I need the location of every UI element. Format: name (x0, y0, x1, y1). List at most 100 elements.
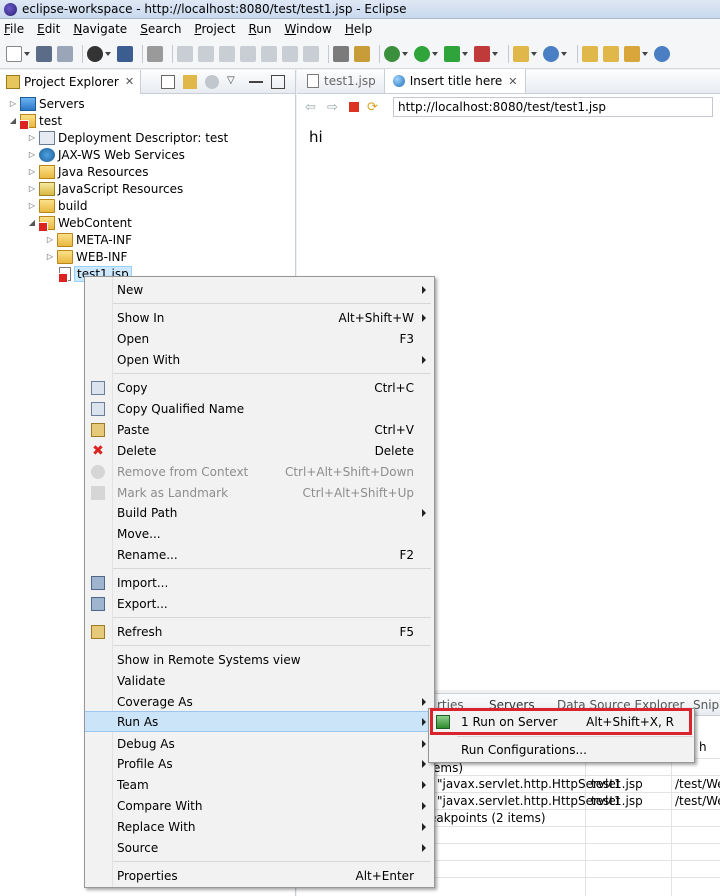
tree-item-deployment-descriptor[interactable]: ▷ Deployment Descriptor: test (27, 129, 228, 146)
submenu-item-run-configurations[interactable]: Run Configurations... (429, 739, 694, 761)
expand-arrow-icon[interactable]: ▷ (27, 184, 37, 193)
view-menu-icon[interactable]: ▽ (227, 75, 241, 89)
console-icon[interactable] (117, 45, 133, 62)
external-tools-icon[interactable] (474, 45, 490, 62)
menu-navigate[interactable]: Navigate (73, 22, 127, 36)
menu-item-refresh[interactable]: Refresh F5 (85, 621, 434, 642)
menu-item-delete[interactable]: ✖ Delete Delete (85, 440, 434, 461)
tree-item-servers[interactable]: ▷ Servers (8, 95, 85, 112)
stop-icon[interactable] (349, 102, 359, 112)
terminate-icon[interactable] (219, 45, 235, 62)
menu-item-shortcut: Alt+Shift+W (338, 310, 415, 325)
expand-arrow-icon[interactable]: ▷ (27, 133, 37, 142)
tab-snippets[interactable]: Snipp (693, 698, 720, 712)
menu-item-new[interactable]: New (85, 279, 434, 300)
tree-item-javascript-resources[interactable]: ▷ JavaScript Resources (27, 180, 183, 197)
back-icon[interactable]: ⇦ (305, 100, 319, 115)
resume-icon[interactable] (177, 45, 193, 62)
save-icon[interactable] (36, 45, 52, 62)
menu-item-team[interactable]: Team (85, 774, 434, 795)
export-icon (91, 596, 105, 611)
maximize-icon[interactable] (271, 75, 285, 89)
save-all-icon[interactable] (57, 45, 73, 62)
menu-item-open-with[interactable]: Open With (85, 349, 434, 370)
menu-item-paste[interactable]: Paste Ctrl+V (85, 419, 434, 440)
new-java-class-icon[interactable] (543, 45, 559, 62)
menu-project[interactable]: Project (194, 22, 235, 36)
new-server-icon[interactable] (513, 45, 529, 62)
tree-item-meta-inf[interactable]: ▷ META-INF (45, 231, 132, 248)
tree-item-web-inf[interactable]: ▷ WEB-INF (45, 248, 127, 265)
menu-item-replace-with[interactable]: Replace With (85, 816, 434, 837)
minimize-icon[interactable] (249, 75, 263, 83)
tree-item-jax-ws[interactable]: ▷ JAX-WS Web Services (27, 146, 185, 163)
suspend-icon[interactable] (198, 45, 214, 62)
open-perspective-icon[interactable] (87, 45, 103, 62)
menu-item-coverage-as[interactable]: Coverage As (85, 691, 434, 712)
coverage-icon[interactable] (444, 45, 460, 62)
menu-item-source[interactable]: Source (85, 837, 434, 858)
menu-item-run-as[interactable]: Run As (85, 711, 434, 732)
step-return-icon[interactable] (303, 45, 319, 62)
menu-edit[interactable]: Edit (37, 22, 60, 36)
menu-item-copy[interactable]: Copy Ctrl+C (85, 377, 434, 398)
pen-icon[interactable] (624, 45, 640, 62)
expand-arrow-icon[interactable]: ▷ (45, 235, 55, 244)
forward-icon[interactable]: ⇨ (327, 100, 341, 115)
collapse-arrow-icon[interactable]: ◢ (27, 218, 37, 227)
open-folder-icon[interactable] (603, 45, 619, 62)
menu-item-profile-as[interactable]: Profile As (85, 753, 434, 774)
expand-arrow-icon[interactable]: ▷ (27, 201, 37, 210)
run-icon[interactable] (414, 45, 430, 62)
expand-arrow-icon[interactable]: ▷ (45, 252, 55, 261)
disconnect-icon[interactable] (240, 45, 256, 62)
close-icon[interactable]: ✕ (125, 75, 134, 88)
menu-item-import[interactable]: Import... (85, 572, 434, 593)
tab-test1-jsp[interactable]: test1.jsp (299, 69, 385, 93)
tree-item-java-resources[interactable]: ▷ Java Resources (27, 163, 148, 180)
expand-arrow-icon[interactable]: ▷ (8, 99, 18, 108)
tree-item-label: WEB-INF (76, 249, 128, 264)
menu-search[interactable]: Search (140, 22, 181, 36)
project-explorer-tab[interactable]: Project Explorer ✕ (0, 69, 142, 94)
menu-item-show-in[interactable]: Show In Alt+Shift+W (85, 307, 434, 328)
menu-item-move[interactable]: Move... (85, 523, 434, 544)
collapse-all-icon[interactable] (161, 75, 175, 89)
menu-item-validate[interactable]: Validate (85, 670, 434, 691)
filter-icon[interactable] (205, 75, 219, 89)
menu-window[interactable]: Window (285, 22, 332, 36)
task-icon[interactable] (354, 45, 370, 62)
tree-item-webcontent[interactable]: ◢ WebContent (27, 214, 132, 232)
menu-help[interactable]: Help (345, 22, 372, 36)
globe-icon[interactable] (654, 45, 670, 62)
menu-item-export[interactable]: Export... (85, 593, 434, 614)
refresh-icon[interactable]: ⟳ (367, 100, 381, 115)
browser-toolbar: ⇦ ⇨ ⟳ http://localhost:8080/test/test1.j… (297, 94, 720, 120)
menu-item-properties[interactable]: Properties Alt+Enter (85, 865, 434, 886)
expand-arrow-icon[interactable]: ▷ (27, 150, 37, 159)
tree-item-test[interactable]: ◢ test (8, 112, 62, 130)
expand-arrow-icon[interactable]: ▷ (27, 167, 37, 176)
menu-item-build-path[interactable]: Build Path (85, 502, 434, 523)
menu-item-debug-as[interactable]: Debug As (85, 733, 434, 754)
step-into-icon[interactable] (261, 45, 277, 62)
collapse-arrow-icon[interactable]: ◢ (8, 116, 18, 125)
menu-item-show-in-remote-systems[interactable]: Show in Remote Systems view (85, 649, 434, 670)
menu-item-copy-qualified-name[interactable]: Copy Qualified Name (85, 398, 434, 419)
menu-run[interactable]: Run (248, 22, 271, 36)
tab-insert-title-here[interactable]: Insert title here ✕ (384, 69, 527, 93)
menu-item-rename[interactable]: Rename... F2 (85, 544, 434, 565)
close-icon[interactable]: ✕ (508, 75, 517, 88)
menu-item-open[interactable]: Open F3 (85, 328, 434, 349)
use-step-filters-icon[interactable] (333, 45, 349, 62)
skip-breakpoints-icon[interactable] (147, 45, 163, 62)
debug-icon[interactable] (384, 45, 400, 62)
url-input[interactable]: http://localhost:8080/test/test1.jsp (393, 97, 713, 117)
step-over-icon[interactable] (282, 45, 298, 62)
link-with-editor-icon[interactable] (183, 75, 197, 89)
menu-item-compare-with[interactable]: Compare With (85, 795, 434, 816)
new-file-icon[interactable] (6, 45, 22, 62)
open-type-icon[interactable] (582, 45, 598, 62)
menu-file[interactable]: File (4, 22, 24, 36)
tree-item-build[interactable]: ▷ build (27, 197, 88, 214)
